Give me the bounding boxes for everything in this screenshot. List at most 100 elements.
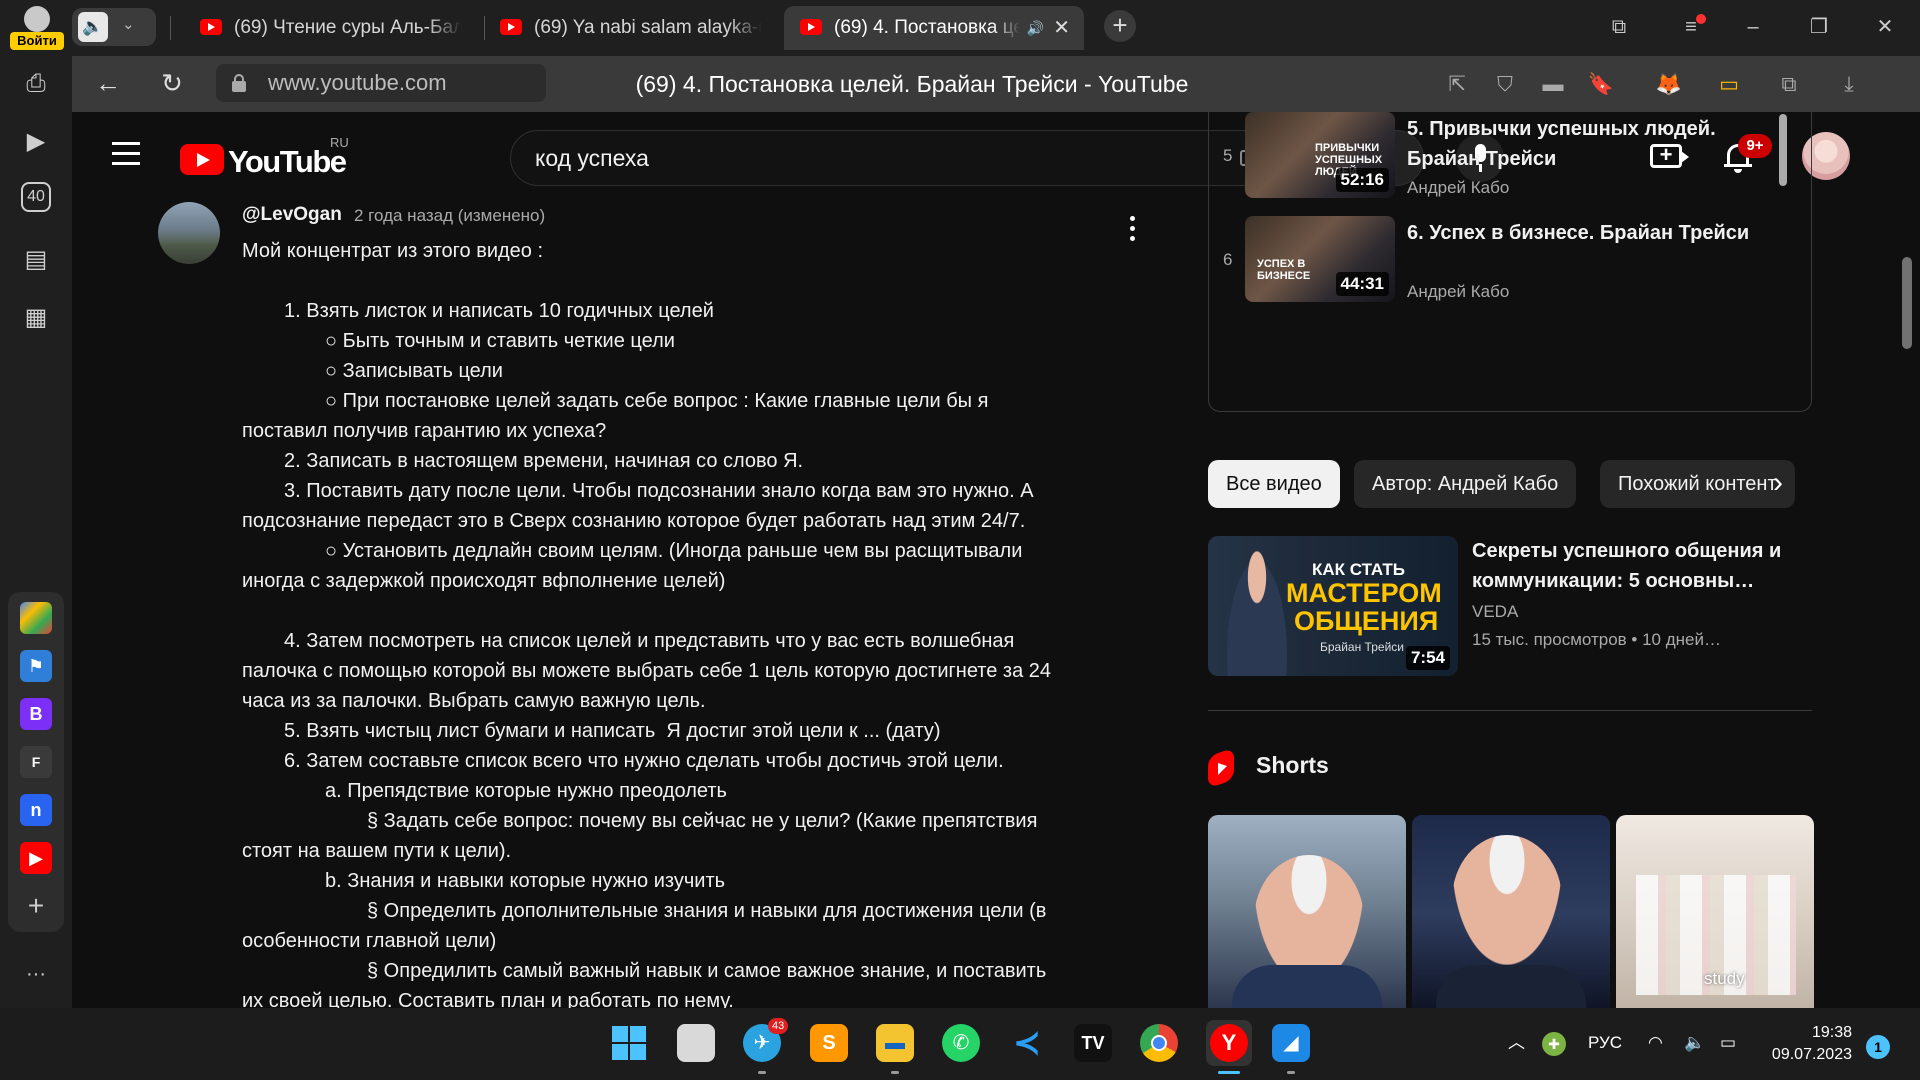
playlist-panel: 5 ПРИВЫЧКИ УСПЕШНЫХ ЛЮДЕЙ 52:16 5. Привы… [1208,112,1812,412]
google-ads-icon[interactable] [20,602,52,634]
audio-playing-icon[interactable]: 🔊 [1027,6,1044,50]
lock-icon[interactable] [232,74,246,92]
comment-line: 5. Взять чистыц лист бумаги и написать Я… [284,720,941,742]
fox-extension-icon[interactable]: 🦊 [1654,70,1684,100]
browser-sidebar: ⎙ ▶ 40 ▤ ▦ ⚑ B F n ▶ + ··· [0,56,72,1008]
services-grid-icon[interactable]: ▦ [18,300,54,336]
comment-line: § Определить дополнительные знания и нав… [367,900,1047,922]
restore-icon[interactable]: ❐ [1804,12,1834,42]
tab-audio-control[interactable]: 🔈 ⌄ [72,8,156,46]
tradingview-icon[interactable]: TV [1074,1024,1112,1062]
share-icon[interactable]: ⇱ [1442,70,1472,100]
short-video-card[interactable]: study [1616,815,1814,1008]
video-title[interactable]: Секреты успешного общения и коммуникации… [1472,536,1782,596]
short-thumbnail-person [1452,835,1562,965]
hamburger-menu-icon[interactable] [112,142,142,166]
page-scrollbar[interactable] [1902,257,1912,349]
download-icon[interactable]: ⤓ [1834,70,1864,100]
n-app-icon[interactable]: n [20,794,52,826]
battery-saver-icon[interactable]: ▭ [1714,70,1744,100]
comment-line: ○ Быть точным и ставить четкие цели [325,330,675,352]
file-explorer-icon[interactable]: ▬ [876,1024,914,1062]
playlist-item[interactable]: 5 ПРИВЫЧКИ УСПЕШНЫХ ЛЮДЕЙ 52:16 5. Привы… [1209,112,1789,212]
shorts-icon [1208,747,1234,789]
add-app-icon[interactable]: + [20,890,52,922]
recommended-video[interactable]: КАК СТАТЬ МАСТЕРОМ ОБЩЕНИЯ Брайан Трейси… [1208,536,1812,676]
f-app-icon[interactable]: F [20,746,52,778]
video-title[interactable]: 6. Успех в бизнесе. Брайан Трейси [1407,218,1767,248]
comment-line: b. Знания и навыки которые нужно изучить [325,870,726,892]
system-clock[interactable]: 19:38 09.07.2023 [1762,1022,1852,1066]
playlist-scrollbar[interactable] [1779,114,1787,186]
short-video-card[interactable] [1208,815,1406,1008]
chip-author[interactable]: Автор: Андрей Кабо [1354,460,1577,508]
youtube-favicon-icon [800,19,822,35]
tab-1[interactable]: (69) Чтение суры Аль-Балад [184,6,476,50]
bootstrap-icon[interactable]: B [20,698,52,730]
short-video-card[interactable] [1412,815,1610,1008]
comment-line: 4. Затем посмотреть на список целей и пр… [284,630,1015,652]
shield-icon[interactable]: ⛉ [1490,70,1520,100]
profile-button[interactable]: Войти [8,4,66,50]
comment-line: палочка с помощью которой вы можете выбр… [242,660,1052,682]
chip-all-videos[interactable]: Все видео [1208,460,1340,508]
bookmarks-panel-icon[interactable]: ⧉ [1604,12,1634,42]
minimize-icon[interactable]: – [1738,12,1768,42]
comment-timestamp[interactable]: 2 года назад (изменено) [354,206,545,226]
bookmark-icon[interactable]: 🔖 [1586,70,1616,100]
notes-icon[interactable]: ▤ [18,242,54,278]
back-icon[interactable]: ← [92,68,124,100]
reload-icon[interactable]: ↻ [156,68,188,100]
vscode-icon[interactable]: ≺ [1008,1024,1046,1062]
tab-2[interactable]: (69) Ya nabi salam alayka-n [484,6,776,50]
video-title[interactable]: 5. Привычки успешных людей. Брайан Трейс… [1407,114,1767,174]
whatsapp-icon[interactable]: ✆ [942,1024,980,1062]
notification-center-badge[interactable]: 1 [1866,1035,1890,1059]
counter-badge[interactable]: 40 [21,182,51,212]
channel-name[interactable]: Андрей Кабо [1407,178,1509,198]
language-indicator[interactable]: РУС [1588,1028,1622,1058]
channel-name[interactable]: Андрей Кабо [1407,282,1509,302]
video-thumbnail[interactable]: КАК СТАТЬ МАСТЕРОМ ОБЩЕНИЯ Брайан Трейси… [1208,536,1458,676]
task-view-icon[interactable] [677,1024,715,1062]
chevron-right-icon[interactable]: › [1762,468,1794,500]
volume-icon[interactable]: 🔈 [1684,1028,1705,1058]
video-icon[interactable]: ▶ [18,124,54,160]
speaker-icon[interactable]: 🔈 [78,12,108,42]
commenter-avatar[interactable] [158,202,220,264]
close-tab-icon[interactable]: ✕ [1053,6,1070,50]
screenshot-icon[interactable]: ⎙ [18,66,54,102]
youtube-app-icon[interactable]: ▶ [20,842,52,874]
battery-icon[interactable]: ▭ [1720,1028,1736,1058]
comment-line: § Опредилить самый важный навык и самое … [367,960,1047,982]
wifi-icon[interactable]: ◠ [1648,1028,1663,1058]
chevron-down-icon[interactable]: ⌄ [122,15,135,33]
running-indicator [1287,1071,1295,1074]
close-window-icon[interactable]: ✕ [1870,12,1900,42]
photos-icon[interactable]: ◢ [1272,1024,1310,1062]
comment-icon[interactable]: ▬ [1538,70,1568,100]
playlist-index: 6 [1223,250,1233,269]
playlist-item[interactable]: 6 УСПЕХ В БИЗНЕСЕ 44:31 6. Успех в бизне… [1209,216,1789,316]
start-windows-icon[interactable] [610,1024,648,1062]
chrome-icon[interactable] [1140,1024,1178,1062]
tray-app-icon[interactable]: ✚ [1542,1032,1566,1056]
sublime-text-icon[interactable]: S [810,1024,848,1062]
youtube-logo[interactable]: YouTube RU [180,135,360,179]
more-icon[interactable]: ··· [18,956,54,992]
thumbnail-text: КАК СТАТЬ [1312,560,1405,579]
show-hidden-icons-icon[interactable]: ︿ [1508,1028,1525,1058]
new-tab-button[interactable]: + [1104,10,1136,42]
flag-app-icon[interactable]: ⚑ [20,650,52,682]
video-thumbnail[interactable]: ПРИВЫЧКИ УСПЕШНЫХ ЛЮДЕЙ 52:16 [1245,112,1395,198]
url-field[interactable]: www.youtube.com [216,64,546,102]
collections-icon[interactable]: ⧉ [1774,70,1804,100]
tab-3-active[interactable]: (69) 4. Постановка целей. Брайан Трейси … [784,6,1084,50]
comment-author[interactable]: @LevOgan [242,204,342,226]
playlist-index: 5 [1223,146,1233,165]
channel-name[interactable]: VEDA [1472,602,1518,622]
yandex-browser-icon[interactable]: Y [1206,1020,1252,1066]
search-input[interactable]: код успеха [510,130,1325,186]
video-thumbnail[interactable]: УСПЕХ В БИЗНЕСЕ 44:31 [1245,216,1395,302]
comment-line: иногда с задержкой происходят вфполнение… [242,570,726,592]
